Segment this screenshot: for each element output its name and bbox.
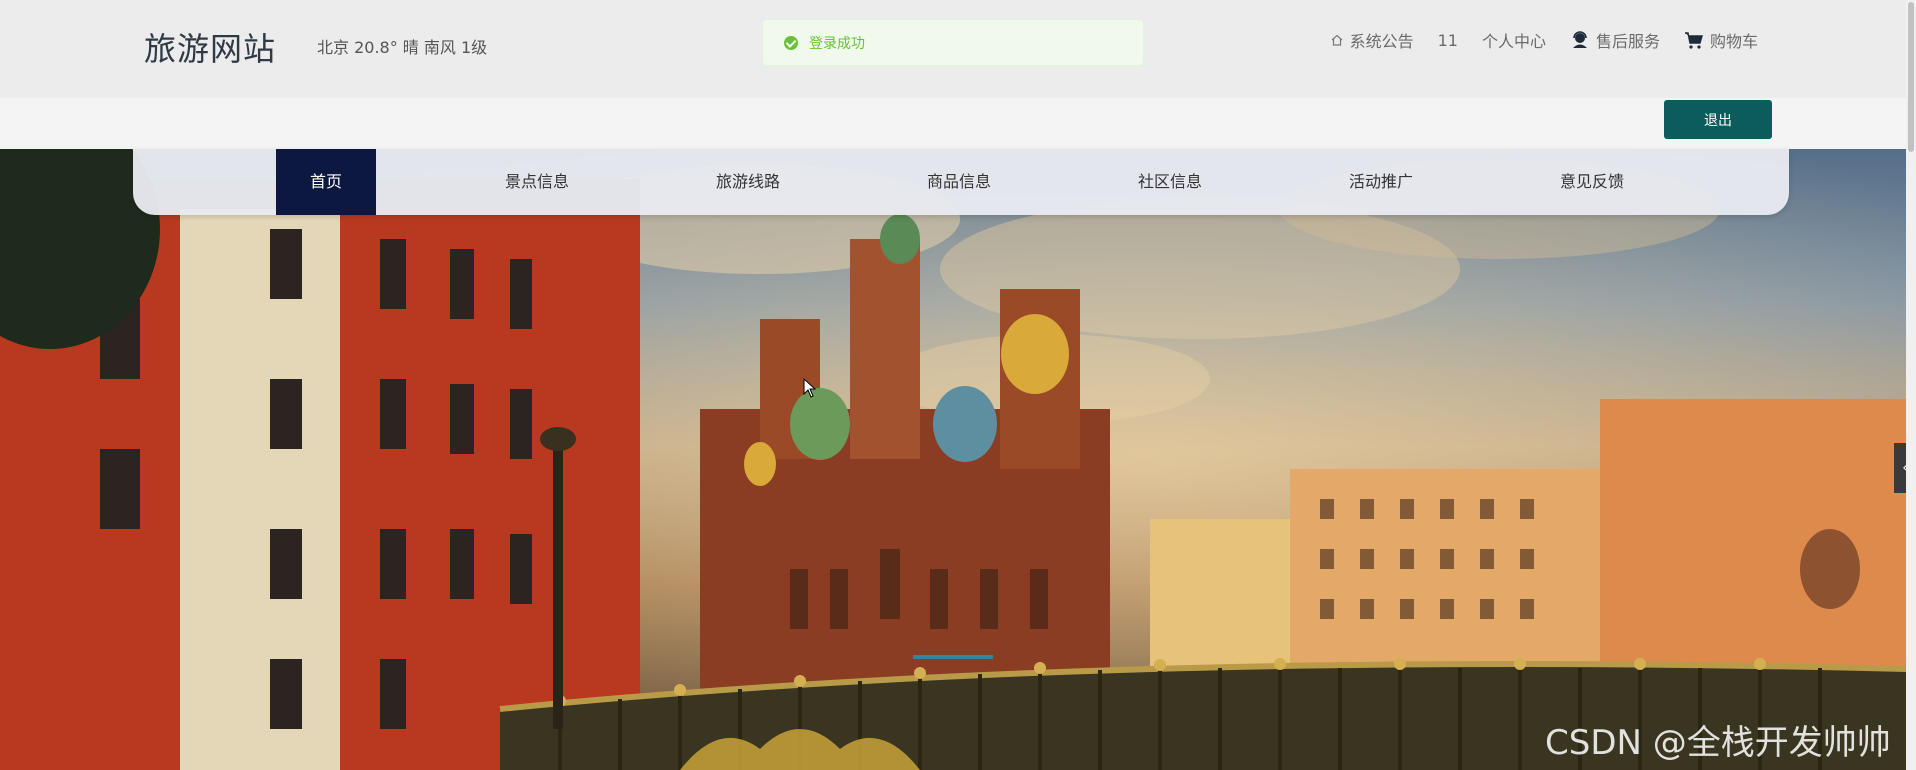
nav-attractions[interactable]: 景点信息 — [487, 149, 587, 215]
user-center-label: 个人中心 — [1481, 32, 1546, 51]
user-center-link[interactable]: 个人中心 — [1482, 28, 1546, 52]
nav-feedback[interactable]: 意见反馈 — [1542, 149, 1642, 215]
mouse-cursor-icon — [803, 378, 817, 398]
check-circle-icon — [784, 35, 798, 50]
sub-bar — [0, 98, 1916, 149]
announcement-link[interactable]: 系统公告 — [1330, 28, 1414, 52]
nav-community[interactable]: 社区信息 — [1120, 149, 1220, 215]
announcement-label: 系统公告 — [1349, 32, 1414, 51]
cart-label: 购物车 — [1709, 32, 1758, 51]
logout-button[interactable]: 退出 — [1664, 100, 1772, 139]
success-toast: 登录成功 — [762, 19, 1144, 66]
hero-image — [0, 149, 1906, 770]
top-header: 旅游网站 北京 20.8° 晴 南风 1级 登录成功 系统公告 11 个人中心 … — [0, 0, 1916, 98]
nav-routes[interactable]: 旅游线路 — [698, 149, 798, 215]
customer-service-icon — [1572, 31, 1587, 48]
after-sales-link[interactable]: 售后服务 — [1570, 28, 1660, 52]
watermark: CSDN @全栈开发帅帅 — [1545, 723, 1891, 763]
weather-info: 北京 20.8° 晴 南风 1级 — [317, 38, 488, 57]
count-badge: 11 — [1438, 31, 1458, 50]
carousel-indicator[interactable] — [913, 655, 993, 659]
top-links: 系统公告 11 个人中心 售后服务 购物车 — [1306, 28, 1758, 52]
home-icon — [1331, 34, 1342, 46]
cart-link[interactable]: 购物车 — [1684, 28, 1758, 52]
nav-home[interactable]: 首页 — [276, 149, 376, 215]
after-sales-label: 售后服务 — [1595, 32, 1660, 51]
page-scrollbar[interactable] — [1906, 0, 1916, 770]
cart-icon — [1684, 32, 1703, 49]
site-title[interactable]: 旅游网站 — [144, 24, 276, 70]
toast-message: 登录成功 — [809, 35, 865, 52]
nav-products[interactable]: 商品信息 — [909, 149, 1009, 215]
nav-promotions[interactable]: 活动推广 — [1331, 149, 1431, 215]
hero-banner[interactable] — [0, 149, 1906, 770]
main-nav: 首页 景点信息 旅游线路 商品信息 社区信息 活动推广 意见反馈 — [133, 149, 1789, 215]
count-label: 11 — [1437, 30, 1458, 50]
scrollbar-thumb[interactable] — [1908, 2, 1914, 152]
